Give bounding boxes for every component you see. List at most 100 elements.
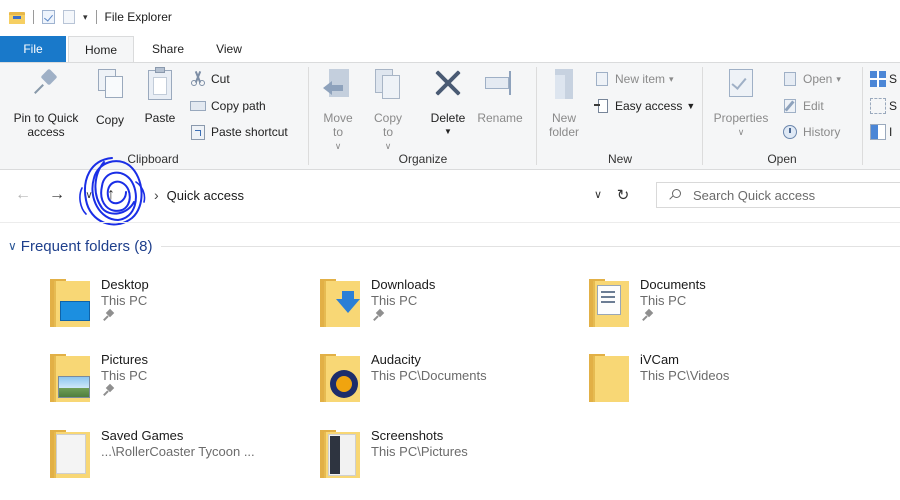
- history-button[interactable]: History: [782, 122, 840, 142]
- new-folder-button[interactable]: New folder: [542, 67, 586, 139]
- delete-label: Delete: [430, 111, 466, 125]
- toolbar-separator: [95, 10, 97, 24]
- invert-selection-label: I: [889, 125, 893, 139]
- clipboard-group: Pin to Quick access Copy Paste Cut Copy …: [0, 63, 306, 169]
- paste-label: Paste: [144, 111, 176, 125]
- folder-location: This PC: [101, 368, 148, 383]
- documents-folder-icon: [587, 277, 631, 329]
- copy-path-button[interactable]: Copy path: [190, 96, 266, 116]
- new-folder-quick-icon[interactable]: [63, 10, 75, 24]
- customize-quick-access-dropdown-icon[interactable]: ▾: [83, 12, 88, 22]
- folder-location: This PC: [640, 293, 687, 308]
- properties-label: Properties: [713, 111, 769, 125]
- delete-button[interactable]: Delete ▼: [426, 67, 470, 139]
- rename-button[interactable]: Rename: [474, 67, 526, 125]
- folder-name: Downloads: [371, 277, 436, 292]
- move-to-button[interactable]: Move to ∨: [318, 67, 358, 153]
- copy-label: Copy: [95, 113, 124, 127]
- refresh-icon[interactable]: ↻: [612, 184, 634, 206]
- paste-shortcut-button[interactable]: Paste shortcut: [190, 122, 288, 142]
- toolbar-separator: [33, 10, 34, 24]
- tab-view[interactable]: View: [202, 36, 256, 62]
- select-all-button[interactable]: S: [870, 69, 897, 89]
- group-separator: [536, 67, 537, 165]
- folder-name: Desktop: [101, 277, 149, 292]
- properties-button[interactable]: Properties ∨: [710, 67, 772, 139]
- open-icon: [782, 71, 798, 87]
- copy-button[interactable]: Copy: [92, 67, 128, 127]
- invert-selection-icon: [870, 124, 886, 140]
- move-to-dropdown-icon: ∨: [334, 141, 342, 151]
- pin-icon: [103, 383, 115, 396]
- move-to-icon: [321, 67, 355, 101]
- recent-locations-dropdown-icon[interactable]: ∨: [78, 184, 100, 206]
- properties-check-icon: [725, 67, 757, 101]
- folder-tile-saved-games[interactable]: Saved Games ...\RollerCoaster Tycoon ...: [48, 428, 308, 488]
- folder-tile-downloads[interactable]: Downloads This PC: [318, 277, 578, 337]
- paste-shortcut-icon: [190, 124, 206, 140]
- delete-x-icon: [432, 67, 464, 99]
- folder-location: This PC\Videos: [640, 368, 730, 383]
- paste-icon: [145, 67, 175, 101]
- select-none-icon: [870, 98, 886, 114]
- folder-tile-ivcam[interactable]: iVCam This PC\Videos: [587, 352, 847, 412]
- open-button[interactable]: Open ▾: [782, 69, 841, 89]
- copy-to-button[interactable]: Copy to ∨: [368, 67, 408, 153]
- ribbon: Pin to Quick access Copy Paste Cut Copy …: [0, 62, 900, 170]
- new-item-button[interactable]: New item ▾: [594, 69, 674, 89]
- tab-share[interactable]: Share: [134, 36, 202, 62]
- group-separator: [862, 67, 863, 165]
- address-bar[interactable]: › Quick access ∨: [148, 182, 642, 208]
- delete-dropdown-icon: ▼: [444, 127, 452, 136]
- tab-file[interactable]: File: [0, 36, 66, 62]
- clipboard-group-label: Clipboard: [127, 152, 179, 166]
- select-none-button[interactable]: S: [870, 96, 897, 116]
- copy-to-icon: [371, 67, 405, 101]
- pin-icon: [642, 308, 654, 321]
- title-bar: ▾ File Explorer: [0, 0, 900, 34]
- new-item-icon: [594, 71, 610, 87]
- open-group-label: Open: [767, 152, 797, 166]
- copy-path-label: Copy path: [211, 99, 266, 113]
- invert-selection-button[interactable]: I: [870, 122, 892, 142]
- history-label: History: [803, 125, 841, 139]
- back-arrow-icon[interactable]: ←: [12, 184, 34, 206]
- organize-group: Move to ∨ Copy to ∨ Delete ▼ Rename Orga…: [310, 63, 536, 169]
- edit-button[interactable]: Edit: [782, 96, 824, 116]
- properties-quick-icon[interactable]: [42, 10, 55, 24]
- rename-icon: [483, 67, 517, 99]
- paste-button[interactable]: Paste: [140, 67, 180, 125]
- frequent-folders-header[interactable]: ∨ Frequent folders (8): [8, 236, 900, 256]
- organize-group-label: Organize: [398, 152, 448, 166]
- edit-label: Edit: [803, 99, 824, 113]
- folder-name: Audacity: [371, 352, 421, 367]
- forward-arrow-icon[interactable]: →: [46, 184, 68, 206]
- up-arrow-icon[interactable]: ↑: [100, 184, 122, 206]
- folder-tile-audacity[interactable]: Audacity This PC\Documents: [318, 352, 578, 412]
- easy-access-button[interactable]: Easy access ▼: [594, 96, 695, 116]
- copy-to-label: Copy to: [373, 111, 402, 139]
- search-input[interactable]: Search Quick access: [656, 182, 900, 208]
- scissors-icon: [190, 71, 206, 87]
- folder-icon[interactable]: [9, 11, 25, 24]
- pin-to-quick-access-button[interactable]: Pin to Quick access: [6, 67, 86, 139]
- folder-location: This PC: [371, 293, 418, 308]
- tab-home[interactable]: Home: [68, 36, 134, 62]
- collapse-chevron-icon[interactable]: ∨: [8, 239, 17, 253]
- cut-button[interactable]: Cut: [190, 69, 230, 89]
- folder-tile-pictures[interactable]: Pictures This PC: [48, 352, 308, 412]
- section-divider: [160, 245, 900, 247]
- open-label: Open: [803, 72, 833, 86]
- address-dropdown-icon[interactable]: ∨: [594, 188, 602, 201]
- group-separator: [702, 67, 703, 165]
- folder-tile-screenshots[interactable]: Screenshots This PC\Pictures: [318, 428, 578, 488]
- search-icon: [669, 189, 681, 201]
- copy-icon: [96, 67, 124, 99]
- breadcrumb-quick-access[interactable]: Quick access: [167, 188, 244, 203]
- breadcrumb-chevron-icon[interactable]: ›: [154, 187, 159, 203]
- folder-tile-documents[interactable]: Documents This PC: [587, 277, 847, 337]
- window-title: File Explorer: [104, 10, 172, 24]
- pin-icon: [373, 308, 385, 321]
- folder-tile-desktop[interactable]: Desktop This PC: [48, 277, 308, 337]
- section-title: Frequent folders (8): [20, 237, 153, 255]
